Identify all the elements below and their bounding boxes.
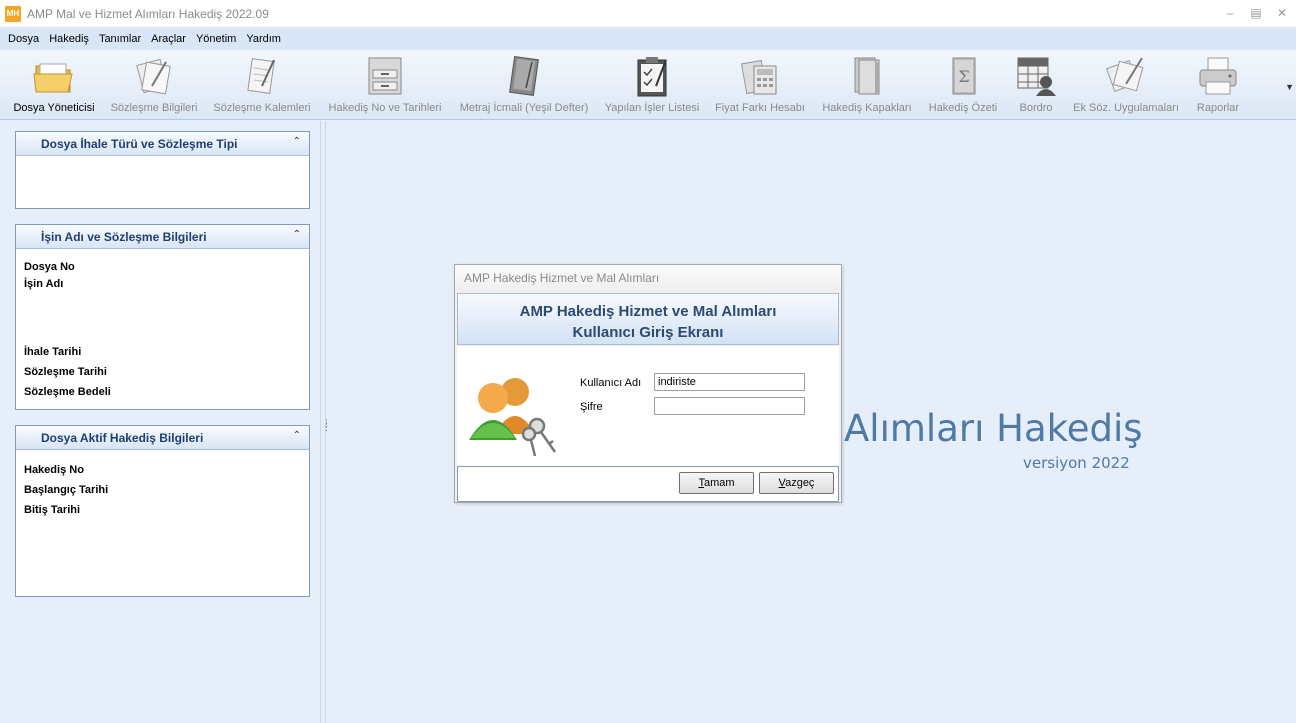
password-label: Şifre — [580, 401, 603, 413]
group-aktif-hakedis: Dosya Aktif Hakediş Bilgileri ⌃ Hakediş … — [15, 425, 310, 597]
group-title: Dosya Aktif Hakediş Bilgileri — [41, 430, 204, 445]
panel-splitter[interactable]: ⋮⋮ — [320, 121, 331, 723]
close-icon[interactable]: ✕ — [1274, 5, 1290, 21]
menu-yonetim[interactable]: Yönetim — [191, 29, 241, 50]
ok-button[interactable]: Tamam — [679, 472, 754, 494]
app-icon: MH — [5, 5, 21, 22]
group-title: Dosya İhale Türü ve Sözleşme Tipi — [41, 136, 238, 151]
toolbar-label: Hakediş Kapakları — [822, 102, 912, 114]
toolbar-label: Fiyat Farkı Hesabı — [715, 102, 805, 114]
collapse-icon[interactable]: ⌃ — [293, 136, 301, 147]
toolbar-label: Hakediş Özeti — [928, 102, 998, 114]
toolbar-hakedis-no-tarihleri[interactable]: Hakediş No ve Tarihleri — [324, 50, 446, 120]
papers-pen-icon — [1104, 52, 1148, 100]
menu-yardim[interactable]: Yardım — [241, 29, 286, 50]
group-ihale-turu: Dosya İhale Türü ve Sözleşme Tipi ⌃ — [15, 131, 310, 209]
toolbar-hakedis-kapaklari[interactable]: Hakediş Kapakları — [818, 50, 916, 120]
field-bitis-tarihi: Bitiş Tarihi — [24, 504, 81, 516]
clipboard-icon — [630, 52, 674, 100]
username-label: Kullanıcı Adı — [580, 377, 642, 389]
menu-tanimlar[interactable]: Tanımlar — [94, 29, 146, 50]
toolbar-metraj-icmali[interactable]: Metraj İcmali (Yeşil Defter) — [456, 50, 592, 120]
toolbar-raporlar[interactable]: Raporlar — [1190, 50, 1246, 120]
menu-dosya[interactable]: Dosya — [3, 29, 44, 50]
printer-icon — [1196, 52, 1240, 100]
folder-stack-icon — [845, 52, 889, 100]
toolbar-label: Ek Söz. Uygulamaları — [1073, 102, 1179, 114]
file-cabinet-icon — [363, 52, 407, 100]
toolbar-label: Yapılan İşler Listesi — [604, 102, 700, 114]
toolbar-hakedis-ozeti[interactable]: Σ Hakediş Özeti — [926, 50, 1000, 120]
username-input[interactable] — [654, 373, 805, 391]
group-title: İşin Adı ve Sözleşme Bilgileri — [41, 229, 207, 244]
splash-version: versiyon 2022 — [1023, 454, 1130, 472]
menu-bar: Dosya Hakediş Tanımlar Araçlar Yönetim Y… — [0, 29, 1296, 50]
title-bar: MH AMP Mal ve Hizmet Alımları Hakediş 20… — [0, 0, 1296, 28]
cancel-button[interactable]: Vazgeç — [759, 472, 834, 494]
field-hakedis-no: Hakediş No — [24, 464, 84, 476]
field-ihale-tarihi: İhale Tarihi — [24, 346, 82, 358]
collapse-icon[interactable]: ⌃ — [293, 229, 301, 240]
dialog-body: Kullanıcı Adı Şifre — [457, 346, 839, 466]
window-title: AMP Mal ve Hizmet Alımları Hakediş 2022.… — [27, 6, 269, 21]
sigma-icon: Σ — [941, 52, 985, 100]
notepad-icon — [240, 52, 284, 100]
minimize-icon[interactable]: – — [1222, 5, 1238, 21]
svg-text:Σ: Σ — [958, 67, 969, 86]
dialog-heading-line1: AMP Hakediş Hizmet ve Mal Alımları — [519, 303, 777, 320]
book-icon — [502, 52, 546, 100]
collapse-icon[interactable]: ⌃ — [293, 430, 301, 441]
table-user-icon — [1014, 52, 1058, 100]
field-dosya-no: Dosya No — [24, 261, 75, 273]
field-isin-adi: İşin Adı — [24, 278, 64, 290]
toolbar-bordro[interactable]: Bordro — [1010, 50, 1062, 120]
toolbar-sozlesme-kalemleri[interactable]: Sözleşme Kalemleri — [212, 50, 312, 120]
dialog-footer: Tamam Vazgeç — [457, 466, 839, 502]
dialog-heading-line2: Kullanıcı Giriş Ekranı — [572, 324, 724, 341]
toolbar-dosya-yoneticisi[interactable]: Dosya Yöneticisi — [10, 50, 98, 120]
group-header[interactable]: Dosya Aktif Hakediş Bilgileri ⌃ — [16, 426, 309, 450]
toolbar-yapilan-isler[interactable]: Yapılan İşler Listesi — [602, 50, 702, 120]
left-panel: Dosya İhale Türü ve Sözleşme Tipi ⌃ İşin… — [0, 121, 320, 723]
dialog-heading: AMP Hakediş Hizmet ve Mal Alımları Kulla… — [457, 293, 839, 345]
group-header[interactable]: İşin Adı ve Sözleşme Bilgileri ⌃ — [16, 225, 309, 249]
toolbar-label: Sözleşme Bilgileri — [110, 102, 198, 114]
toolbar-label: Metraj İcmali (Yeşil Defter) — [459, 102, 589, 114]
menu-hakedis[interactable]: Hakediş — [44, 29, 94, 50]
toolbar: Dosya Yöneticisi Sözleşme Bilgileri Sözl… — [0, 50, 1296, 120]
group-isin-adi: İşin Adı ve Sözleşme Bilgileri ⌃ Dosya N… — [15, 224, 310, 410]
toolbar-label: Raporlar — [1196, 102, 1240, 114]
field-baslangic-tarihi: Başlangıç Tarihi — [24, 484, 109, 496]
menu-araclar[interactable]: Araçlar — [146, 29, 191, 50]
toolbar-overflow-icon[interactable]: ▼ — [1285, 82, 1294, 92]
documents-icon — [132, 52, 176, 100]
toolbar-label: Dosya Yöneticisi — [13, 102, 95, 114]
maximize-icon[interactable]: ▤ — [1248, 5, 1264, 21]
password-input[interactable] — [654, 397, 805, 415]
login-dialog: AMP Hakediş Hizmet ve Mal Alımları AMP H… — [454, 264, 842, 503]
toolbar-sozlesme-bilgileri[interactable]: Sözleşme Bilgileri — [108, 50, 200, 120]
toolbar-label: Hakediş No ve Tarihleri — [328, 102, 442, 114]
dialog-title: AMP Hakediş Hizmet ve Mal Alımları — [455, 265, 841, 292]
toolbar-label: Sözleşme Kalemleri — [213, 102, 311, 114]
field-sozlesme-tarihi: Sözleşme Tarihi — [24, 366, 107, 378]
toolbar-label: Bordro — [1019, 102, 1053, 114]
field-sozlesme-bedeli: Sözleşme Bedeli — [24, 386, 111, 398]
folder-icon — [32, 52, 76, 100]
users-keys-icon — [463, 368, 567, 463]
toolbar-fiyat-farki[interactable]: Fiyat Farkı Hesabı — [712, 50, 808, 120]
splash-title: Alımları Hakediş — [844, 407, 1143, 450]
group-header[interactable]: Dosya İhale Türü ve Sözleşme Tipi ⌃ — [16, 132, 309, 156]
calculator-icon — [738, 52, 782, 100]
toolbar-ek-soz-uygulamalari[interactable]: Ek Söz. Uygulamaları — [1070, 50, 1182, 120]
